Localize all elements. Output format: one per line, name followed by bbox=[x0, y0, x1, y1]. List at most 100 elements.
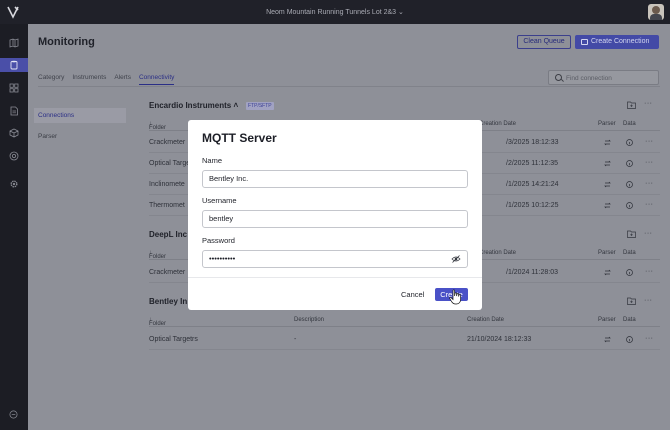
creation-date: 21/10/2024 18:12:33 bbox=[467, 336, 532, 343]
project-selector[interactable]: Neom Mountain Running Tunnels Lot 2&3 ⌄ bbox=[0, 8, 670, 16]
column-header-parser: Parser bbox=[598, 317, 616, 323]
folder-name: Inclinomete bbox=[149, 181, 185, 188]
eye-off-icon[interactable] bbox=[451, 255, 461, 263]
creation-date: /3/2025 18:12:33 bbox=[506, 139, 559, 146]
folder-name: Thermomet bbox=[149, 202, 185, 209]
name-field[interactable]: Bentley Inc. bbox=[202, 170, 468, 188]
section-title-text: Encardio Instruments bbox=[149, 101, 232, 110]
chevron-up-icon: ˄ bbox=[233, 101, 239, 110]
more-icon[interactable]: ··· bbox=[645, 138, 654, 145]
column-label: Folder bbox=[149, 321, 167, 327]
more-icon[interactable]: ··· bbox=[645, 159, 654, 166]
tab-instruments[interactable]: Instruments bbox=[72, 74, 106, 85]
name-label: Name bbox=[202, 156, 223, 165]
swap-icon[interactable] bbox=[604, 139, 611, 146]
more-icon[interactable]: ··· bbox=[645, 335, 654, 342]
page-title: Monitoring bbox=[38, 36, 95, 48]
password-label: Password bbox=[202, 236, 235, 245]
table-header: Folder ↓ Description Creation Date Parse… bbox=[149, 313, 660, 327]
more-icon[interactable]: ··· bbox=[644, 297, 653, 304]
column-header-folder[interactable]: Folder ↓ bbox=[149, 121, 166, 131]
tab-alerts[interactable]: Alerts bbox=[114, 74, 131, 85]
section-title[interactable]: DeepL Inc bbox=[149, 230, 187, 239]
description: - bbox=[294, 336, 297, 343]
column-label: Folder bbox=[149, 254, 167, 260]
chevron-down-icon: ⌄ bbox=[398, 9, 404, 16]
more-icon[interactable]: ··· bbox=[645, 268, 654, 275]
creation-date: /1/2025 14:21:24 bbox=[506, 181, 559, 188]
tab-bar: Category Instruments Alerts Connectivity bbox=[38, 74, 175, 85]
folder-name: Crackmeter bbox=[149, 139, 186, 146]
password-value: •••••••••• bbox=[209, 254, 236, 263]
map-icon[interactable] bbox=[5, 36, 23, 50]
dialog-divider bbox=[188, 277, 482, 278]
table-row[interactable]: Optical Targetrs - 21/10/2024 18:12:33 ·… bbox=[149, 329, 660, 350]
clean-queue-button[interactable]: Clean Queue bbox=[517, 35, 571, 49]
info-icon[interactable] bbox=[626, 160, 633, 167]
swap-icon[interactable] bbox=[604, 181, 611, 188]
column-header-folder[interactable]: Folder ↓ bbox=[149, 250, 166, 260]
document-icon[interactable] bbox=[5, 104, 23, 118]
column-header-folder[interactable]: Folder ↓ bbox=[149, 317, 166, 327]
column-label: Folder bbox=[149, 125, 167, 131]
creation-date: /1/2024 11:28:03 bbox=[506, 269, 559, 276]
column-header-description: Description bbox=[294, 317, 325, 323]
info-icon[interactable] bbox=[626, 269, 633, 276]
connectivity-nav: Connections Parser bbox=[34, 108, 126, 144]
folder-add-icon[interactable] bbox=[627, 297, 636, 305]
section-title[interactable]: Encardio Instruments ˄ bbox=[149, 101, 238, 110]
swap-icon[interactable] bbox=[604, 160, 611, 167]
column-header-data: Data bbox=[623, 317, 636, 323]
search-placeholder: Find connection bbox=[566, 75, 612, 82]
protocol-badge: FTP/SFTP bbox=[246, 102, 274, 110]
search-input[interactable]: Find connection bbox=[548, 70, 659, 85]
folder-name: Optical Targe bbox=[149, 160, 191, 167]
more-icon[interactable]: ··· bbox=[645, 201, 654, 208]
column-header-creation-date: Creation Date bbox=[479, 250, 517, 256]
info-icon[interactable] bbox=[626, 181, 633, 188]
dialog-title: MQTT Server bbox=[202, 131, 277, 145]
sidebar bbox=[0, 24, 28, 430]
settings-circle-icon[interactable] bbox=[5, 149, 23, 163]
mqtt-server-dialog: MQTT Server Name Bentley Inc. Username b… bbox=[188, 120, 482, 310]
tab-category[interactable]: Category bbox=[38, 74, 64, 85]
username-label: Username bbox=[202, 196, 237, 205]
clipboard-icon[interactable] bbox=[0, 58, 28, 72]
top-bar: Neom Mountain Running Tunnels Lot 2&3 ⌄ bbox=[0, 0, 670, 24]
gear-icon[interactable] bbox=[5, 177, 23, 191]
nav-item-connections[interactable]: Connections bbox=[34, 108, 126, 123]
cube-icon[interactable] bbox=[5, 126, 23, 140]
avatar[interactable] bbox=[648, 4, 664, 20]
more-icon[interactable]: ··· bbox=[644, 230, 653, 237]
grid-icon[interactable] bbox=[5, 81, 23, 95]
cancel-button[interactable]: Cancel bbox=[401, 290, 424, 299]
password-field[interactable]: •••••••••• bbox=[202, 250, 468, 268]
plug-icon bbox=[581, 39, 588, 45]
info-icon[interactable] bbox=[626, 336, 633, 343]
swap-icon[interactable] bbox=[604, 336, 611, 343]
section-title[interactable]: Bentley In bbox=[149, 297, 187, 306]
help-icon[interactable] bbox=[9, 410, 18, 419]
swap-icon[interactable] bbox=[604, 269, 611, 276]
info-icon[interactable] bbox=[626, 202, 633, 209]
column-header-data: Data bbox=[623, 121, 636, 127]
folder-add-icon[interactable] bbox=[627, 101, 636, 109]
username-field[interactable]: bentley bbox=[202, 210, 468, 228]
column-header-data: Data bbox=[623, 250, 636, 256]
create-connection-button[interactable]: Create Connection bbox=[575, 35, 659, 49]
folder-add-icon[interactable] bbox=[627, 230, 636, 238]
more-icon[interactable]: ··· bbox=[645, 180, 654, 187]
create-connection-label: Create Connection bbox=[591, 38, 650, 45]
more-icon[interactable]: ··· bbox=[644, 100, 653, 107]
tab-connectivity[interactable]: Connectivity bbox=[138, 74, 175, 85]
column-header-parser: Parser bbox=[598, 121, 616, 127]
creation-date: /1/2025 10:12:25 bbox=[506, 202, 559, 209]
swap-icon[interactable] bbox=[604, 202, 611, 209]
nav-item-parser[interactable]: Parser bbox=[34, 129, 126, 144]
project-name: Neom Mountain Running Tunnels Lot 2&3 bbox=[266, 9, 397, 16]
search-icon bbox=[555, 74, 562, 81]
creation-date: /2/2025 11:12:35 bbox=[506, 160, 559, 167]
hand-cursor-icon bbox=[449, 289, 461, 305]
column-header-parser: Parser bbox=[598, 250, 616, 256]
info-icon[interactable] bbox=[626, 139, 633, 146]
